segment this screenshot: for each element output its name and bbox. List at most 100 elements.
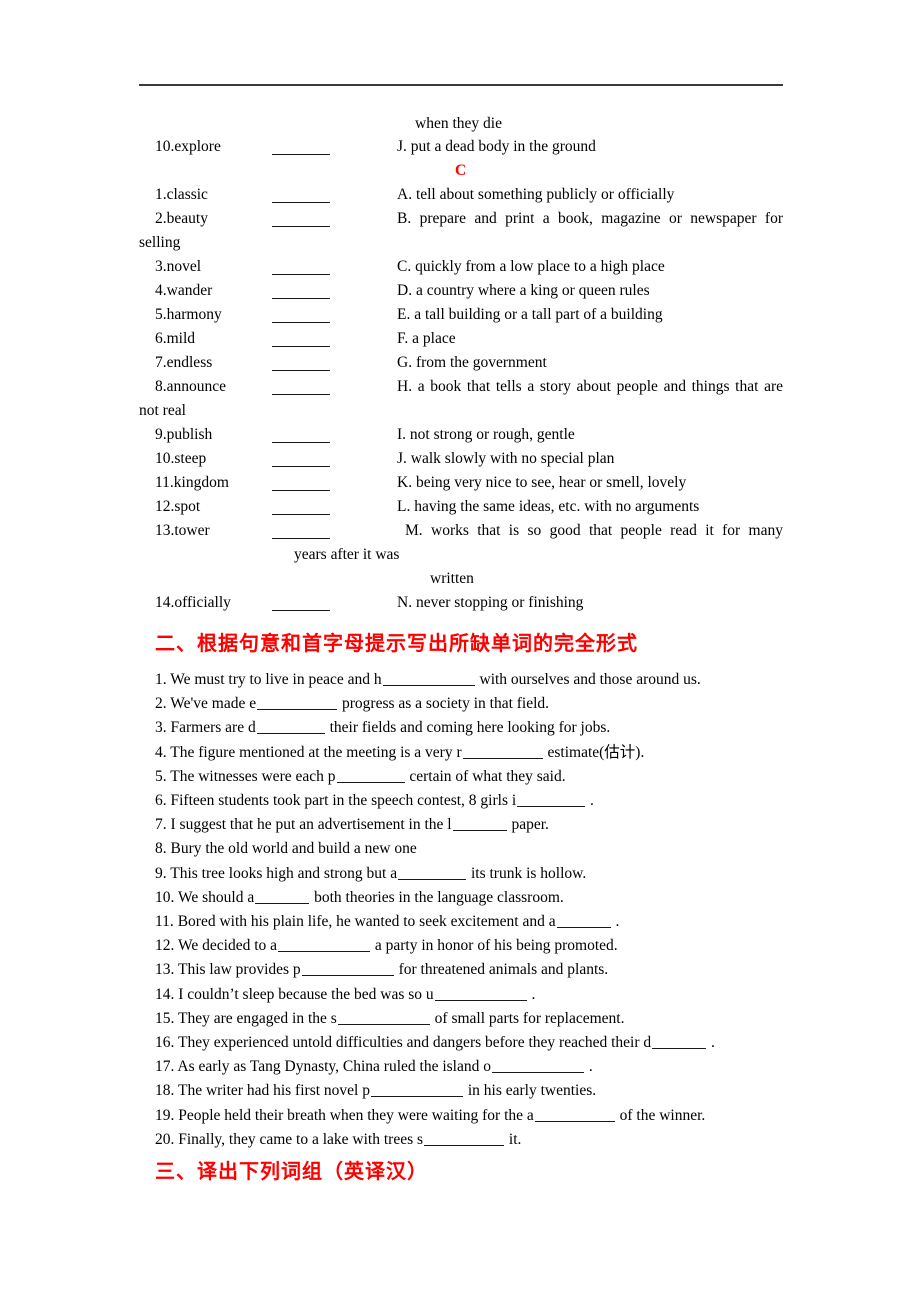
answer-blank[interactable] [434, 986, 527, 1001]
answer-blank[interactable] [556, 913, 611, 928]
sentence-text-before: Bored with his plain life, he wanted to … [177, 913, 556, 930]
match-definition: A. tell about something publicly or offi… [397, 186, 675, 203]
match-definition: G. from the government [397, 354, 547, 371]
match-row: 1.classic A. tell about something publicl… [139, 186, 783, 210]
fill-in-sentence: 16. They experienced untold difficulties… [155, 1034, 783, 1052]
match-row: 12.spot L. having the same ideas, etc. wi… [139, 498, 783, 522]
fill-in-sentence: 18. The writer had his first novel p in … [155, 1082, 783, 1100]
match-answer-blank[interactable] [272, 330, 330, 347]
sentence-number: 14. [155, 986, 179, 1003]
match-row: 14.officially N. never stopping or finish… [139, 594, 783, 618]
sentence-text-before: The figure mentioned at the meeting is a… [170, 744, 462, 761]
sentence-text-before: I couldn’t sleep because the bed was so … [178, 986, 434, 1003]
answer-blank[interactable] [257, 695, 338, 710]
match-answer-blank[interactable] [272, 258, 330, 275]
match-answer-blank[interactable] [272, 594, 330, 611]
match-answer-blank[interactable] [272, 450, 330, 467]
sentence-text-after: . [611, 913, 620, 930]
match-row: 5.harmony E. a tall building or a tall pa… [139, 306, 783, 330]
match-answer-blank[interactable] [272, 138, 330, 155]
match-definition: I. not strong or rough, gentle [397, 426, 575, 443]
answer-blank[interactable] [652, 1034, 707, 1049]
fill-in-sentence: 11. Bored with his plain life, he wanted… [155, 913, 783, 931]
match-definition: J. walk slowly with no special plan [397, 450, 615, 467]
sentence-text-before: Farmers are d [170, 719, 256, 736]
match-answer-blank[interactable] [272, 210, 330, 227]
definition-wrap-line: selling [139, 234, 181, 251]
answer-blank[interactable] [424, 1131, 505, 1146]
sentence-text-before: We decided to a [177, 937, 278, 954]
answer-blank[interactable] [301, 961, 394, 976]
answer-blank[interactable] [382, 671, 475, 686]
match-answer-blank[interactable] [272, 426, 330, 443]
match-term: 10.explore [155, 138, 221, 155]
match-term: 12.spot [155, 498, 201, 515]
match-answer-blank[interactable] [272, 186, 330, 203]
sentence-text-before: We've made e [170, 695, 257, 712]
sentence-number: 20. [155, 1131, 179, 1148]
match-term: 5.harmony [155, 306, 222, 323]
sentence-number: 10. [155, 889, 178, 906]
answer-blank[interactable] [492, 1058, 584, 1073]
sentence-text-after: in his early twenties. [463, 1082, 597, 1099]
match-answer-blank[interactable] [272, 378, 330, 395]
fill-in-sentence: 13. This law provides p for threatened a… [155, 961, 783, 979]
answer-blank[interactable] [278, 937, 371, 952]
match-term: 14.officially [155, 594, 231, 611]
match-term: 11.kingdom [155, 474, 229, 491]
answer-blank[interactable] [534, 1107, 615, 1122]
sentence-text-before: We should a [177, 889, 255, 906]
match-row: 10.steep J. walk slowly with no special p… [139, 450, 783, 474]
sentence-number: 7. [155, 816, 171, 833]
match-answer-blank[interactable] [272, 522, 330, 539]
answer-blank[interactable] [370, 1082, 463, 1097]
answer-blank[interactable] [256, 719, 325, 734]
sentence-text-after: for threatened animals and plants. [394, 961, 609, 978]
fill-in-sentence: 9. This tree looks high and strong but a… [155, 865, 783, 883]
answer-blank[interactable] [255, 889, 310, 904]
header-rule [139, 84, 783, 86]
answer-blank[interactable] [336, 768, 405, 783]
match-answer-blank[interactable] [272, 498, 330, 515]
answer-blank[interactable] [517, 792, 586, 807]
match-row: 4.wander D. a country where a king or que… [139, 282, 783, 306]
match-answer-blank[interactable] [272, 306, 330, 323]
fill-in-sentence: 20. Finally, they came to a lake with tr… [155, 1131, 783, 1149]
answer-blank[interactable] [337, 1010, 430, 1025]
match-term: 10.steep [155, 450, 207, 467]
sentence-text-before: Fifteen students took part in the speech… [170, 792, 517, 809]
match-term: 9.publish [155, 426, 213, 443]
sentence-text-after: both theories in the language classroom. [310, 889, 564, 906]
sentence-text-after: a party in honor of his being promoted. [371, 937, 618, 954]
sentence-number: 13. [155, 961, 178, 978]
sentence-number: 11. [155, 913, 178, 930]
match-answer-blank[interactable] [272, 282, 330, 299]
sentence-text-after: . [527, 986, 536, 1003]
match-row: 8.announce H. a book that tells a story a… [139, 378, 783, 402]
fill-in-sentence: 7. I suggest that he put an advertisemen… [155, 816, 783, 834]
match-definition: J. put a dead body in the ground [397, 138, 596, 155]
fill-in-sentence: 12. We decided to a a party in honor of … [155, 937, 783, 955]
sentence-text-before: We must try to live in peace and h [170, 671, 382, 688]
sentence-text-before: People held their breath when they were … [178, 1107, 534, 1124]
sentence-text-before: They are engaged in the s [177, 1010, 337, 1027]
sentence-number: 17. [155, 1058, 178, 1075]
fill-in-sentence: 15. They are engaged in the s of small p… [155, 1010, 783, 1028]
sentence-text-before: Bury the old world and build a new one [170, 840, 417, 857]
sentence-text-after: . [586, 792, 594, 809]
match-term: 6.mild [155, 330, 196, 347]
answer-blank[interactable] [452, 816, 507, 831]
match-answer-blank[interactable] [272, 354, 330, 371]
match-answer-blank[interactable] [272, 474, 330, 491]
sentence-text-before: The witnesses were each p [170, 768, 336, 785]
fill-in-sentence: 4. The figure mentioned at the meeting i… [155, 744, 783, 762]
match-term: 13.tower [155, 522, 210, 539]
sentence-number: 6. [155, 792, 171, 809]
section-heading-two: 二、根据句意和首字母提示写出所缺单词的完全形式 [155, 631, 638, 655]
answer-blank[interactable] [462, 744, 543, 759]
fill-in-sentence: 2. We've made e progress as a society in… [155, 695, 783, 713]
sentence-text-after: with ourselves and those around us. [475, 671, 701, 688]
match-term: 4.wander [155, 282, 213, 299]
answer-blank[interactable] [398, 865, 467, 880]
match-definition: N. never stopping or finishing [397, 594, 584, 611]
